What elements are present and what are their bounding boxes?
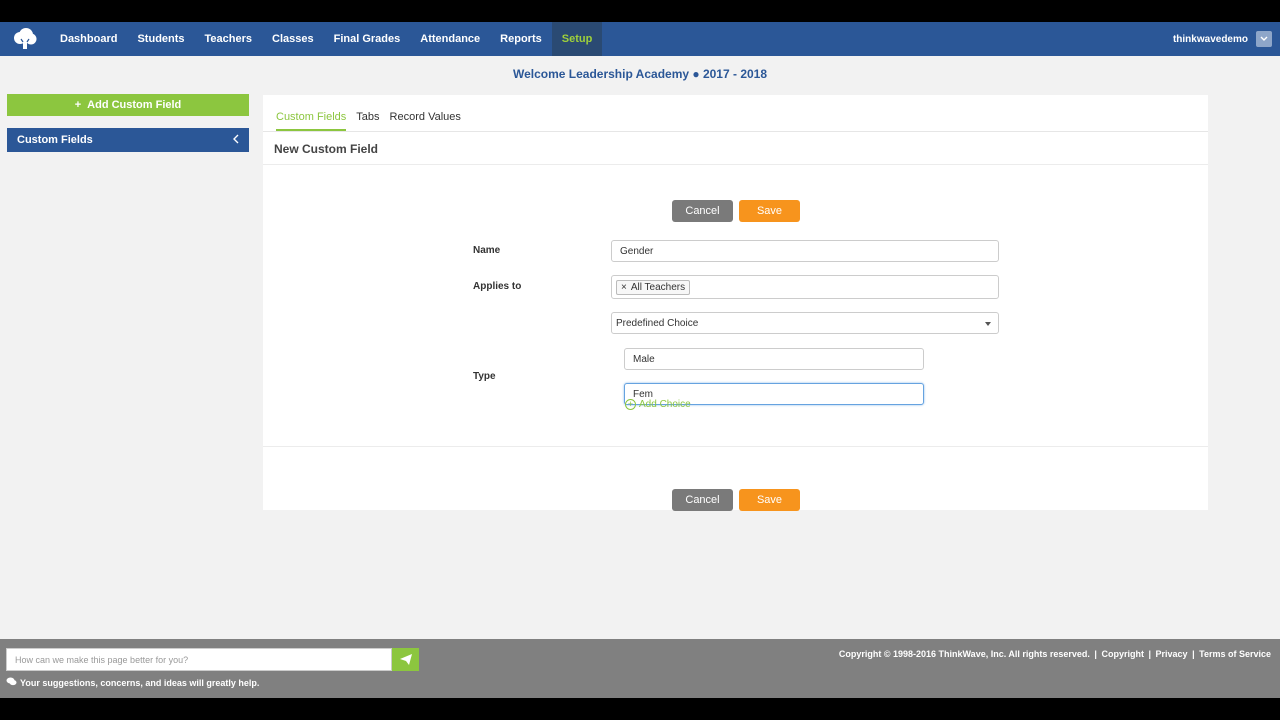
chat-bubbles-icon <box>6 677 17 688</box>
remove-tag-icon[interactable]: × <box>621 282 627 293</box>
tab-tabs[interactable]: Tabs <box>356 111 379 131</box>
nav-attendance[interactable]: Attendance <box>410 22 490 56</box>
nav-reports[interactable]: Reports <box>490 22 552 56</box>
save-button-bottom[interactable]: Save <box>739 489 800 511</box>
save-button-top[interactable]: Save <box>739 200 800 222</box>
applies-to-label: Applies to <box>473 281 522 292</box>
add-choice-button[interactable]: + Add Choice <box>625 399 691 410</box>
applies-to-tag-label: All Teachers <box>630 281 686 293</box>
sidebar-item-custom-fields[interactable]: Custom Fields <box>7 128 249 152</box>
type-label: Type <box>473 371 496 382</box>
feedback-note: Your suggestions, concerns, and ideas wi… <box>6 677 259 688</box>
username: thinkwavedemo <box>1172 33 1248 45</box>
feedback-input[interactable]: How can we make this page better for you… <box>6 648 392 671</box>
tab-custom-fields[interactable]: Custom Fields <box>276 111 347 131</box>
chevron-down-icon[interactable] <box>1256 31 1272 47</box>
add-custom-field-button[interactable]: + Add Custom Field <box>7 94 249 116</box>
name-label: Name <box>473 245 501 256</box>
thinkwave-logo-icon[interactable] <box>0 22 50 56</box>
tab-record-values[interactable]: Record Values <box>390 111 461 131</box>
plus-icon: + <box>74 99 82 111</box>
name-input[interactable]: Gender <box>611 240 999 262</box>
copyright-text: Copyright © 1998-2016 ThinkWave, Inc. Al… <box>838 649 1090 659</box>
footer: How can we make this page better for you… <box>0 639 1280 698</box>
cancel-button-top[interactable]: Cancel <box>672 200 733 222</box>
user-menu[interactable]: thinkwavedemo <box>1173 22 1272 56</box>
nav-dashboard[interactable]: Dashboard <box>50 22 127 56</box>
caret-down-icon <box>985 322 991 326</box>
top-navigation: Dashboard Students Teachers Classes Fina… <box>0 22 1280 56</box>
main-panel: Custom Fields Tabs Record Values New Cus… <box>263 95 1208 511</box>
add-custom-field-label: Add Custom Field <box>87 99 182 111</box>
cancel-button-bottom[interactable]: Cancel <box>672 489 733 511</box>
send-icon[interactable] <box>392 648 419 671</box>
school-title: Welcome Leadership Academy ● 2017 - 2018 <box>512 67 768 81</box>
form-heading: New Custom Field <box>274 142 379 156</box>
nav-setup[interactable]: Setup <box>551 22 603 56</box>
divider <box>263 131 1208 132</box>
add-choice-label: Add Choice <box>639 399 691 410</box>
type-select-value: Predefined Choice <box>616 317 699 329</box>
choice-input[interactable]: Male <box>624 348 924 370</box>
plus-circle-icon: + <box>625 399 636 410</box>
feedback-note-text: Your suggestions, concerns, and ideas wi… <box>20 677 260 688</box>
app-window: Dashboard Students Teachers Classes Fina… <box>0 22 1280 698</box>
privacy-link[interactable]: Privacy <box>1156 649 1188 659</box>
tab-bar: Custom Fields Tabs Record Values <box>276 95 461 131</box>
type-select[interactable]: Predefined Choice <box>611 312 999 334</box>
terms-link[interactable]: Terms of Service <box>1199 649 1271 659</box>
copyright-link[interactable]: Copyright <box>1101 649 1144 659</box>
nav-students[interactable]: Students <box>127 22 194 56</box>
nav-final-grades[interactable]: Final Grades <box>324 22 411 56</box>
applies-to-input[interactable]: × All Teachers <box>611 275 999 299</box>
applies-to-tag[interactable]: × All Teachers <box>616 279 691 295</box>
divider <box>263 446 1208 447</box>
chevron-left-icon[interactable] <box>233 134 239 147</box>
nav-classes[interactable]: Classes <box>262 22 324 56</box>
sidebar-item-label: Custom Fields <box>17 134 93 146</box>
nav-teachers[interactable]: Teachers <box>195 22 263 56</box>
copyright-bar: Copyright © 1998-2016 ThinkWave, Inc. Al… <box>838 649 1271 659</box>
divider <box>263 164 1208 165</box>
